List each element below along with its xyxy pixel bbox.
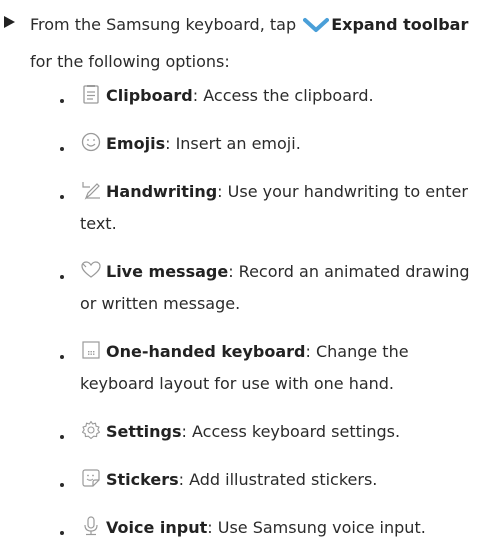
intro-before: From the Samsung keyboard, tap bbox=[30, 15, 302, 34]
bullet-dot bbox=[60, 147, 64, 151]
option-name: Settings bbox=[106, 422, 182, 441]
emoji-icon bbox=[80, 131, 102, 153]
clipboard-icon bbox=[80, 83, 102, 105]
intro-text: From the Samsung keyboard, tap Expand to… bbox=[30, 8, 478, 79]
bullet-dot bbox=[60, 99, 64, 103]
bullet-dot bbox=[60, 435, 64, 439]
voice-input-icon bbox=[80, 515, 102, 537]
bullet-arrow-icon bbox=[4, 16, 15, 28]
bullet-dot bbox=[60, 195, 64, 199]
intro-after: for the following options: bbox=[30, 52, 230, 71]
option-name: Stickers bbox=[106, 470, 179, 489]
option-name: One-handed keyboard bbox=[106, 342, 306, 361]
option-desc: : Access the clipboard. bbox=[192, 86, 374, 105]
bullet-dot bbox=[60, 355, 64, 359]
option-name: Live message bbox=[106, 262, 229, 281]
option-name: Handwriting bbox=[106, 182, 218, 201]
live-message-icon bbox=[80, 259, 102, 281]
one-handed-keyboard-icon bbox=[80, 339, 102, 361]
expand-toolbar-label: Expand toolbar bbox=[331, 15, 469, 34]
stickers-icon bbox=[80, 467, 102, 489]
handwriting-icon bbox=[80, 179, 102, 201]
option-name: Emojis bbox=[106, 134, 166, 153]
bullet-dot bbox=[60, 275, 64, 279]
option-desc: : Add illustrated stickers. bbox=[178, 470, 378, 489]
option-desc: : Insert an emoji. bbox=[165, 134, 301, 153]
option-name: Clipboard bbox=[106, 86, 193, 105]
bullet-dot bbox=[60, 483, 64, 487]
option-desc: : Access keyboard settings. bbox=[181, 422, 401, 441]
bullet-dot bbox=[60, 531, 64, 535]
settings-icon bbox=[80, 419, 102, 441]
option-desc: : Use Samsung voice input. bbox=[207, 518, 426, 537]
chevron-down-icon bbox=[303, 11, 330, 45]
option-name: Voice input bbox=[106, 518, 208, 537]
